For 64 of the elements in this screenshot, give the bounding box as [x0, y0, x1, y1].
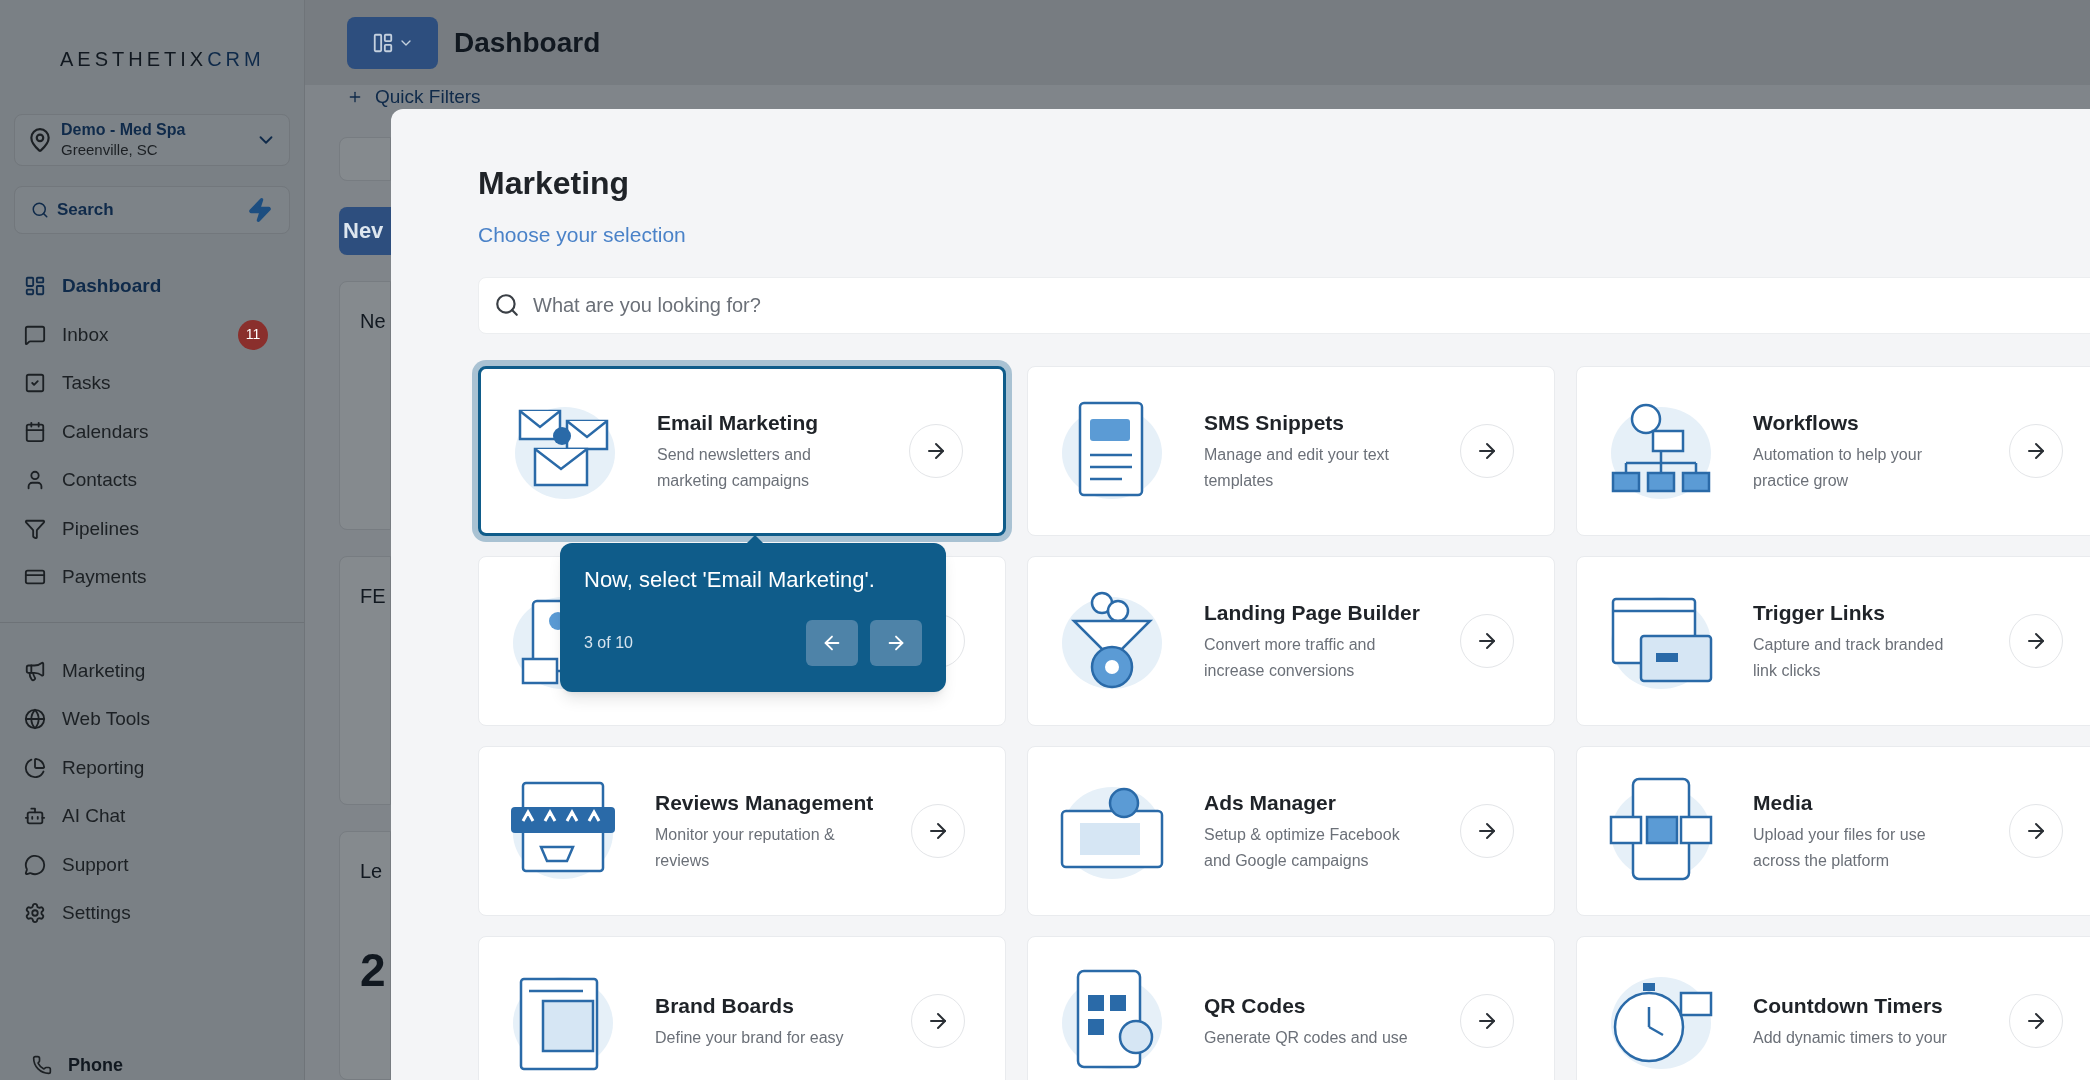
feature-card[interactable]: Trigger Links Capture and track branded link clicks	[1576, 555, 2090, 726]
nav-item[interactable]: Calendars	[62, 417, 149, 446]
page-title: Dashboard	[454, 25, 601, 60]
nav-item[interactable]: Web Tools	[62, 705, 150, 734]
stat-number: 2	[360, 942, 387, 998]
card-title: Reviews Management	[655, 789, 875, 816]
nav-item[interactable]: Contacts	[62, 466, 137, 495]
feature-card[interactable]: Landing Page Builder Convert more traffic and increase conversions	[1027, 555, 1555, 726]
card-title: Countdown Timers	[1753, 992, 1944, 1019]
card-title: Landing Page Builder	[1204, 599, 1421, 626]
modal-title: Marketing	[478, 164, 631, 203]
search-button[interactable]: Search	[14, 186, 290, 234]
nav-item[interactable]: Pipelines	[62, 514, 140, 543]
location-city: Greenville, SC	[61, 140, 159, 160]
card-title: Workflows	[1753, 409, 1860, 436]
card-heading: Ne	[360, 308, 387, 334]
feature-card[interactable]: QR Codes Generate QR codes and use	[1027, 935, 1555, 1080]
nav-item[interactable]: Tasks	[62, 369, 111, 398]
card-title: SMS Snippets	[1204, 409, 1346, 436]
nav-item[interactable]: Support	[62, 850, 129, 879]
feature-card[interactable]: Ads Manager Setup & optimize Facebook and Google campaigns	[1027, 745, 1555, 916]
unread-count: 11	[238, 319, 268, 350]
nav-item[interactable]: Reporting	[62, 753, 145, 782]
nav-item[interactable]: Dashboard	[62, 272, 162, 301]
card-title: Email Marketing	[657, 409, 820, 436]
card-title: Brand Boards	[655, 992, 795, 1019]
card-title: QR Codes	[1204, 992, 1307, 1019]
phone-link[interactable]: Phone	[68, 1051, 123, 1079]
card-description: Send newsletters and marketing campaigns	[657, 445, 812, 492]
nav-item[interactable]: Inbox	[62, 320, 109, 349]
card-heading: Le	[360, 858, 384, 884]
logo: AESTHETIX CRM	[60, 47, 265, 72]
card-description: Convert more traffic and increase conversions	[1204, 635, 1377, 682]
location-selector[interactable]: Demo - Med Spa Greenville, SC	[14, 114, 290, 166]
feature-card[interactable]: Reviews Management Monitor your reputation & reviews	[478, 745, 1006, 916]
card-description: Define your brand for easy	[655, 1028, 845, 1049]
feature-card[interactable]: SMS Snippets Manage and edit your text templates	[1027, 365, 1555, 536]
card-description: Monitor your reputation & reviews	[655, 825, 836, 872]
nav-item[interactable]: Marketing	[62, 656, 146, 685]
tooltip-text: Now, select 'Email Marketing'.	[584, 565, 876, 594]
card-description: Setup & optimize Facebook and Google campaigns	[1204, 825, 1401, 872]
card-title: Ads Manager	[1204, 789, 1337, 816]
card-description: Automation to help your practice grow	[1753, 445, 1923, 492]
feature-card[interactable]: Media Upload your files for use across the platform	[1576, 745, 2090, 916]
nav-item[interactable]: Settings	[62, 899, 131, 928]
feature-card[interactable]: Workflows Automation to help your practice grow	[1576, 365, 2090, 536]
card-title: Media	[1753, 789, 1814, 816]
modal-subtitle: Choose your selection	[478, 222, 687, 248]
card-description: Manage and edit your text templates	[1204, 445, 1390, 492]
step-counter: 3 of 10	[584, 632, 633, 653]
card-heading: FE	[360, 583, 387, 609]
card-description: Upload your files for use across the platform	[1753, 825, 1927, 872]
feature-card[interactable]: Countdown Timers Add dynamic timers to your	[1576, 935, 2090, 1080]
card-description: Add dynamic timers to your	[1753, 1028, 1948, 1049]
search-field[interactable]: What are you looking for?	[478, 276, 2090, 334]
nav-item[interactable]: Payments	[62, 563, 147, 592]
quick-filters-link[interactable]: Quick Filters	[375, 82, 481, 112]
feature-card[interactable]: Brand Boards Define your brand for easy	[478, 935, 1006, 1080]
card-description: Generate QR codes and use	[1204, 1028, 1409, 1049]
new-button[interactable]: Nev	[339, 206, 391, 255]
card-description: Capture and track branded link clicks	[1753, 635, 1945, 682]
location-name: Demo - Med Spa	[61, 120, 186, 140]
card-title: Trigger Links	[1753, 599, 1886, 626]
nav-item[interactable]: AI Chat	[62, 802, 126, 831]
